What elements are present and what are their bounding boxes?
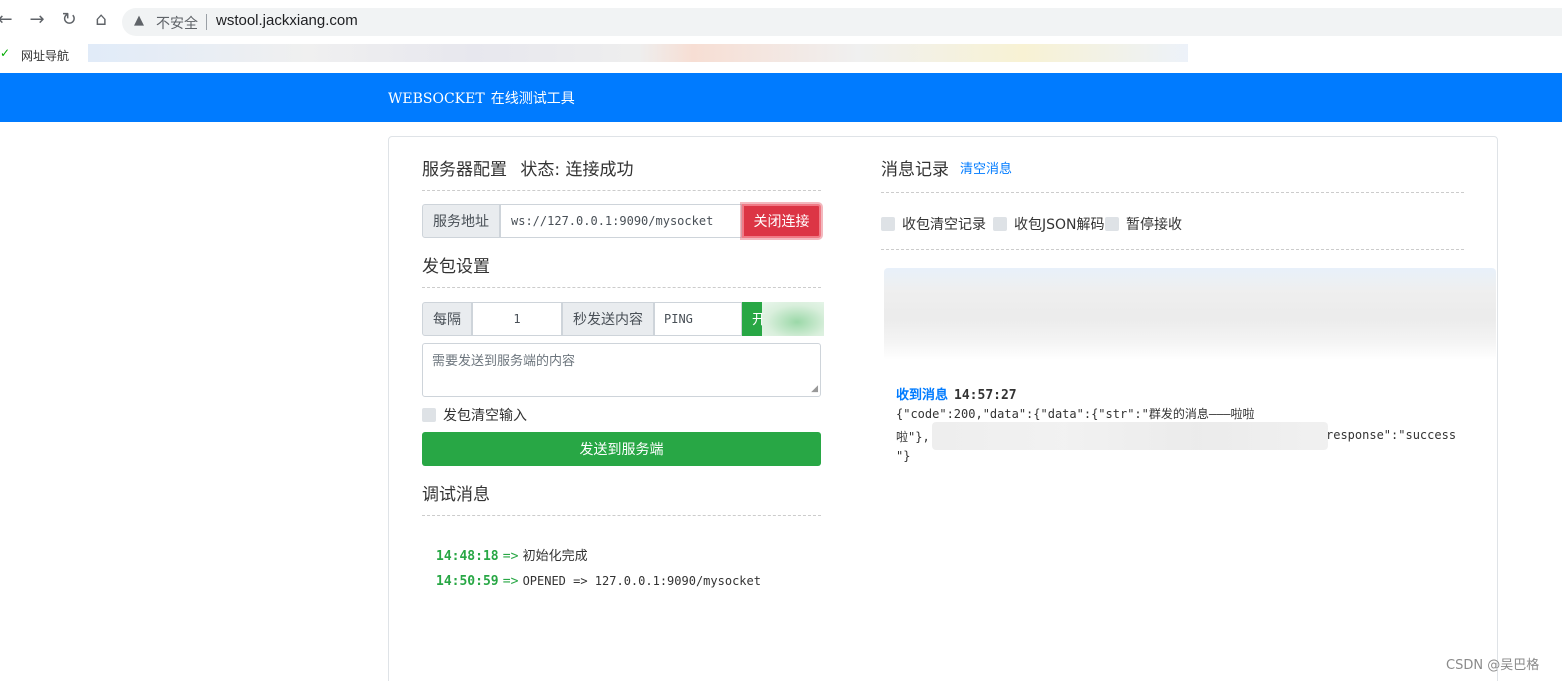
received-time: 14:57:27 [954,388,1017,403]
debug-arrow: => [502,549,519,564]
message-body-line: 啦"}, [896,428,930,445]
browser-toolbar: ← → ↻ ⌂ ▲ 不安全 wstool.jackxiang.com [0,0,1562,42]
json-decode-label: 收包JSON解码 [1014,217,1105,233]
site-header: WEBSOCKET 在线测试工具 [0,73,1562,122]
debug-time: 14:50:59 [436,574,499,589]
pause-receive-checkbox[interactable] [1105,217,1119,231]
hao-logo-icon: ✓ [0,46,11,60]
debug-time: 14:48:18 [436,549,499,564]
json-decode-checkbox[interactable] [993,217,1007,231]
message-body-line: "} [896,449,911,463]
server-address-group: 服务地址 ws://127.0.0.1:9090/mysocket 关闭连接 [422,204,821,238]
debug-entry: 14:50:59 => OPENED => 127.0.0.1:9090/mys… [436,574,761,589]
server-address-label: 服务地址 [422,204,500,238]
debug-arrow: => [502,574,519,589]
debug-text: 初始化完成 [522,549,588,564]
start-timer-button[interactable]: 开 [742,302,824,336]
forward-icon[interactable]: → [26,9,48,31]
address-separator [206,14,207,30]
send-to-server-button[interactable]: 发送到服务端 [422,432,821,466]
interval-send-group: 每隔 1 秒发送内容 PING 开 [422,302,824,336]
debug-entry: 14:48:18 => 初始化完成 [436,545,588,564]
insecure-label: 不安全 [156,16,198,32]
server-address-input[interactable]: ws://127.0.0.1:9090/mysocket [500,204,742,238]
textarea-placeholder: 需要发送到服务端的内容 [432,354,576,369]
divider [422,287,821,288]
resize-handle-icon[interactable]: ◢ [811,384,818,394]
divider [881,192,1464,193]
interval-label: 每隔 [422,302,472,336]
divider [422,515,821,516]
recv-clear-checkbox[interactable] [881,217,895,231]
site-brand[interactable]: WEBSOCKET 在线测试工具 [388,88,575,108]
blurred-message [884,268,1496,360]
message-body-line: {"code":200,"data":{"data":{"str":"群发的消息… [896,407,1255,421]
clear-messages-link[interactable]: 清空消息 [960,158,1012,177]
address-bar[interactable]: ▲ 不安全 wstool.jackxiang.com [122,8,1562,36]
clear-input-label: 发包清空输入 [443,408,527,424]
debug-text: OPENED => 127.0.0.1:9090/mysocket [522,574,761,588]
reload-icon[interactable]: ↻ [58,9,80,31]
message-textarea[interactable]: 需要发送到服务端的内容 ◢ [422,343,821,397]
blurred-message-part [932,422,1328,450]
divider [881,249,1464,250]
server-config-label: 服务器配置 [422,160,507,180]
brand-main: WEBSOCKET [388,91,485,107]
back-icon[interactable]: ← [0,9,16,31]
bookmarks-bar: ✓ 网址导航 [0,42,1562,70]
divider [422,190,821,191]
debug-title: 调试消息 [422,485,490,505]
blurred-bookmarks [88,44,1188,62]
received-header: 收到消息 14:57:27 [896,384,1017,403]
interval-content-input[interactable]: PING [654,302,742,336]
message-body-part: 啦"}, [896,430,930,444]
connection-status: 状态: 连接成功 [520,160,634,180]
pause-receive-label: 暂停接收 [1126,217,1182,233]
home-icon[interactable]: ⌂ [90,9,112,31]
interval-input[interactable]: 1 [472,302,562,336]
warning-icon: ▲ [134,13,144,28]
received-label: 收到消息 [896,388,949,403]
close-connection-button[interactable]: 关闭连接 [742,204,821,238]
message-body-part: response":"success [1326,428,1457,442]
brand-sub: 在线测试工具 [490,91,575,107]
message-log-title: 消息记录 [881,160,949,180]
clear-input-checkbox[interactable] [422,408,436,422]
url-text: wstool.jackxiang.com [216,12,358,29]
content-label: 秒发送内容 [562,302,654,336]
blurred-overlay [762,302,824,336]
send-settings-title: 发包设置 [422,257,490,277]
server-config-title: 服务器配置 状态: 连接成功 [422,155,634,180]
bookmark-nav[interactable]: 网址导航 [21,47,69,64]
recv-clear-label: 收包清空记录 [902,217,986,233]
csdn-watermark: CSDN @吴巴格 [1446,658,1540,673]
